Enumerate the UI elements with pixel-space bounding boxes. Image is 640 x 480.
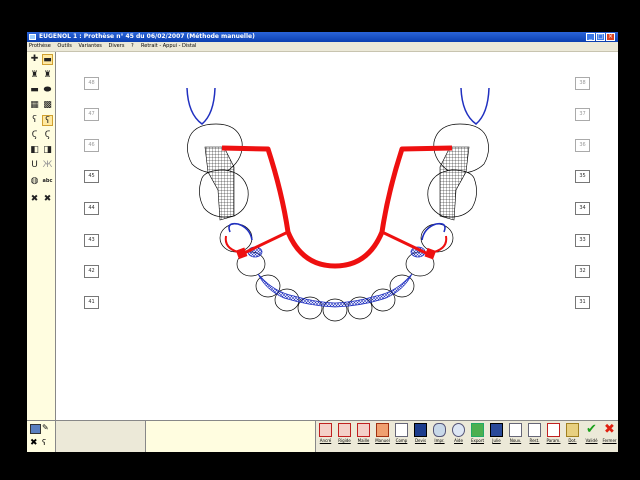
- checkmark-icon: ✔: [586, 422, 597, 437]
- export-icon: [471, 423, 484, 437]
- param-label: Param.: [546, 438, 561, 443]
- close-icon: ✖: [604, 422, 615, 437]
- new-label: Nouv.: [509, 438, 522, 443]
- close-button[interactable]: ×: [606, 33, 615, 41]
- maille-button[interactable]: Maille: [355, 423, 372, 451]
- rest-icon: [528, 423, 541, 437]
- hook-selected-icon[interactable]: ʕ: [42, 115, 53, 126]
- clip-icon[interactable]: ◧: [29, 145, 40, 156]
- print-label: Impr.: [434, 438, 445, 443]
- print-button[interactable]: Impr.: [431, 423, 448, 451]
- julie-button[interactable]: Julie: [488, 423, 505, 451]
- hook-2-icon[interactable]: Ϛ: [29, 130, 40, 141]
- manuel-button[interactable]: Manuel: [374, 423, 391, 451]
- rigide-button[interactable]: Rigide: [336, 423, 353, 451]
- rest-button[interactable]: Rest.: [526, 423, 543, 451]
- pointer-icon[interactable]: ✎: [42, 423, 49, 432]
- dot-icon: [566, 423, 579, 437]
- dot-button[interactable]: Dot.: [564, 423, 581, 451]
- cross-tool-icon[interactable]: ✖: [30, 438, 38, 448]
- checklist-icon: [547, 423, 560, 437]
- minus-icon[interactable]: ▬: [42, 54, 53, 65]
- screen-icon[interactable]: [30, 424, 41, 434]
- bar-icon[interactable]: ▬: [29, 85, 40, 96]
- bottom-toolbar: ✎ ✖ ʕ Ancré Rigide Maille Manuel Comp De…: [27, 420, 618, 452]
- tooth-35-outline: [420, 223, 454, 253]
- bar-alt-icon[interactable]: ⬬: [42, 85, 53, 96]
- title-bar: EUGENOL 1 : Prothèse n° 45 du 06/02/2007…: [27, 32, 618, 42]
- info-panel: [145, 421, 316, 452]
- app-icon: [29, 34, 36, 40]
- new-button[interactable]: Nouv.: [507, 423, 524, 451]
- document-icon: [395, 423, 408, 437]
- plus-icon[interactable]: ✚: [29, 54, 40, 65]
- maille-icon: [357, 423, 370, 437]
- manuel-label: Manuel: [375, 438, 390, 443]
- manuel-icon: [376, 423, 389, 437]
- rigide-icon: [338, 423, 351, 437]
- clip-2-icon[interactable]: ◨: [42, 145, 53, 156]
- hook-3-icon[interactable]: Ϛ: [42, 130, 53, 141]
- comp-button[interactable]: Comp: [393, 423, 410, 451]
- comp-label: Comp: [395, 438, 408, 443]
- menu-prothese[interactable]: Prothèse: [29, 42, 51, 51]
- view-controls: ✎ ✖ ʕ: [27, 421, 56, 452]
- app-window: EUGENOL 1 : Prothèse n° 45 du 06/02/2007…: [27, 32, 618, 452]
- molar-alt-icon[interactable]: ♜: [42, 70, 53, 81]
- close-label: Fermer: [602, 438, 617, 443]
- julie-label: Julie: [492, 438, 501, 443]
- hook-icon[interactable]: ʕ: [29, 115, 40, 126]
- menu-bar: Prothèse Outils Variantes Divers ? Retra…: [27, 42, 618, 52]
- ancrage-button[interactable]: Ancré: [317, 423, 334, 451]
- rest-label: Rest.: [529, 438, 540, 443]
- new-document-icon: [509, 423, 522, 437]
- rigide-label: Rigide: [338, 438, 351, 443]
- drawing-canvas[interactable]: 48 47 46 45 44 43 42 41 38 37 36 35 34 3…: [56, 52, 618, 420]
- devis-icon: [414, 423, 427, 437]
- dental-arch-drawing: [186, 87, 490, 322]
- devis-label: Devis: [414, 438, 427, 443]
- export-label: Export: [470, 438, 485, 443]
- tool-panel: ✚ ▬ ♜ ♜ ▬ ⬬ ▦ ▩ ʕ ʕ Ϛ Ϛ ◧ ◨ U Ж ◍ abc ✖ …: [27, 52, 56, 420]
- help-label: Aide: [454, 438, 463, 443]
- maximize-button[interactable]: □: [596, 33, 605, 41]
- export-button[interactable]: Export: [469, 423, 486, 451]
- maille-label: Maille: [357, 438, 370, 443]
- validate-label: Validé: [585, 438, 598, 443]
- grid-circle-icon[interactable]: ◍: [29, 176, 40, 187]
- printer-icon: [433, 423, 446, 437]
- validate-button[interactable]: ✔ Validé: [583, 423, 600, 451]
- u-clasp-2-icon[interactable]: Ж: [42, 160, 53, 171]
- window-title: EUGENOL 1 : Prothèse n° 45 du 06/02/2007…: [39, 33, 255, 40]
- menu-outils[interactable]: Outils: [57, 42, 71, 51]
- param-button[interactable]: Param.: [545, 423, 562, 451]
- retromolar-left-curve: [460, 87, 490, 125]
- menu-variantes[interactable]: Variantes: [78, 42, 101, 51]
- cross-2-icon[interactable]: ✖: [42, 194, 53, 205]
- retromolar-right-curve: [186, 87, 216, 125]
- status-text: Retrait - Appui - Distal: [141, 43, 197, 49]
- ancrage-label: Ancré: [319, 438, 332, 443]
- devis-button[interactable]: Devis: [412, 423, 429, 451]
- ancrage-icon: [319, 423, 332, 437]
- julie-icon: [490, 423, 503, 437]
- u-clasp-icon[interactable]: U: [29, 160, 40, 171]
- close-window-button[interactable]: ✖ Fermer: [601, 423, 618, 451]
- block-alt-icon[interactable]: ▩: [42, 100, 53, 111]
- help-icon: [452, 423, 465, 437]
- cross-icon[interactable]: ✖: [29, 194, 40, 205]
- block-icon[interactable]: ▦: [29, 100, 40, 111]
- hook-tool-icon[interactable]: ʕ: [42, 438, 46, 447]
- dot-label: Dot.: [568, 438, 577, 443]
- menu-help[interactable]: ?: [131, 42, 134, 51]
- molar-icon[interactable]: ♜: [29, 70, 40, 81]
- text-tool-icon[interactable]: abc: [41, 176, 54, 187]
- help-button[interactable]: Aide: [450, 423, 467, 451]
- menu-divers[interactable]: Divers: [108, 42, 124, 51]
- minimize-button[interactable]: _: [586, 33, 595, 41]
